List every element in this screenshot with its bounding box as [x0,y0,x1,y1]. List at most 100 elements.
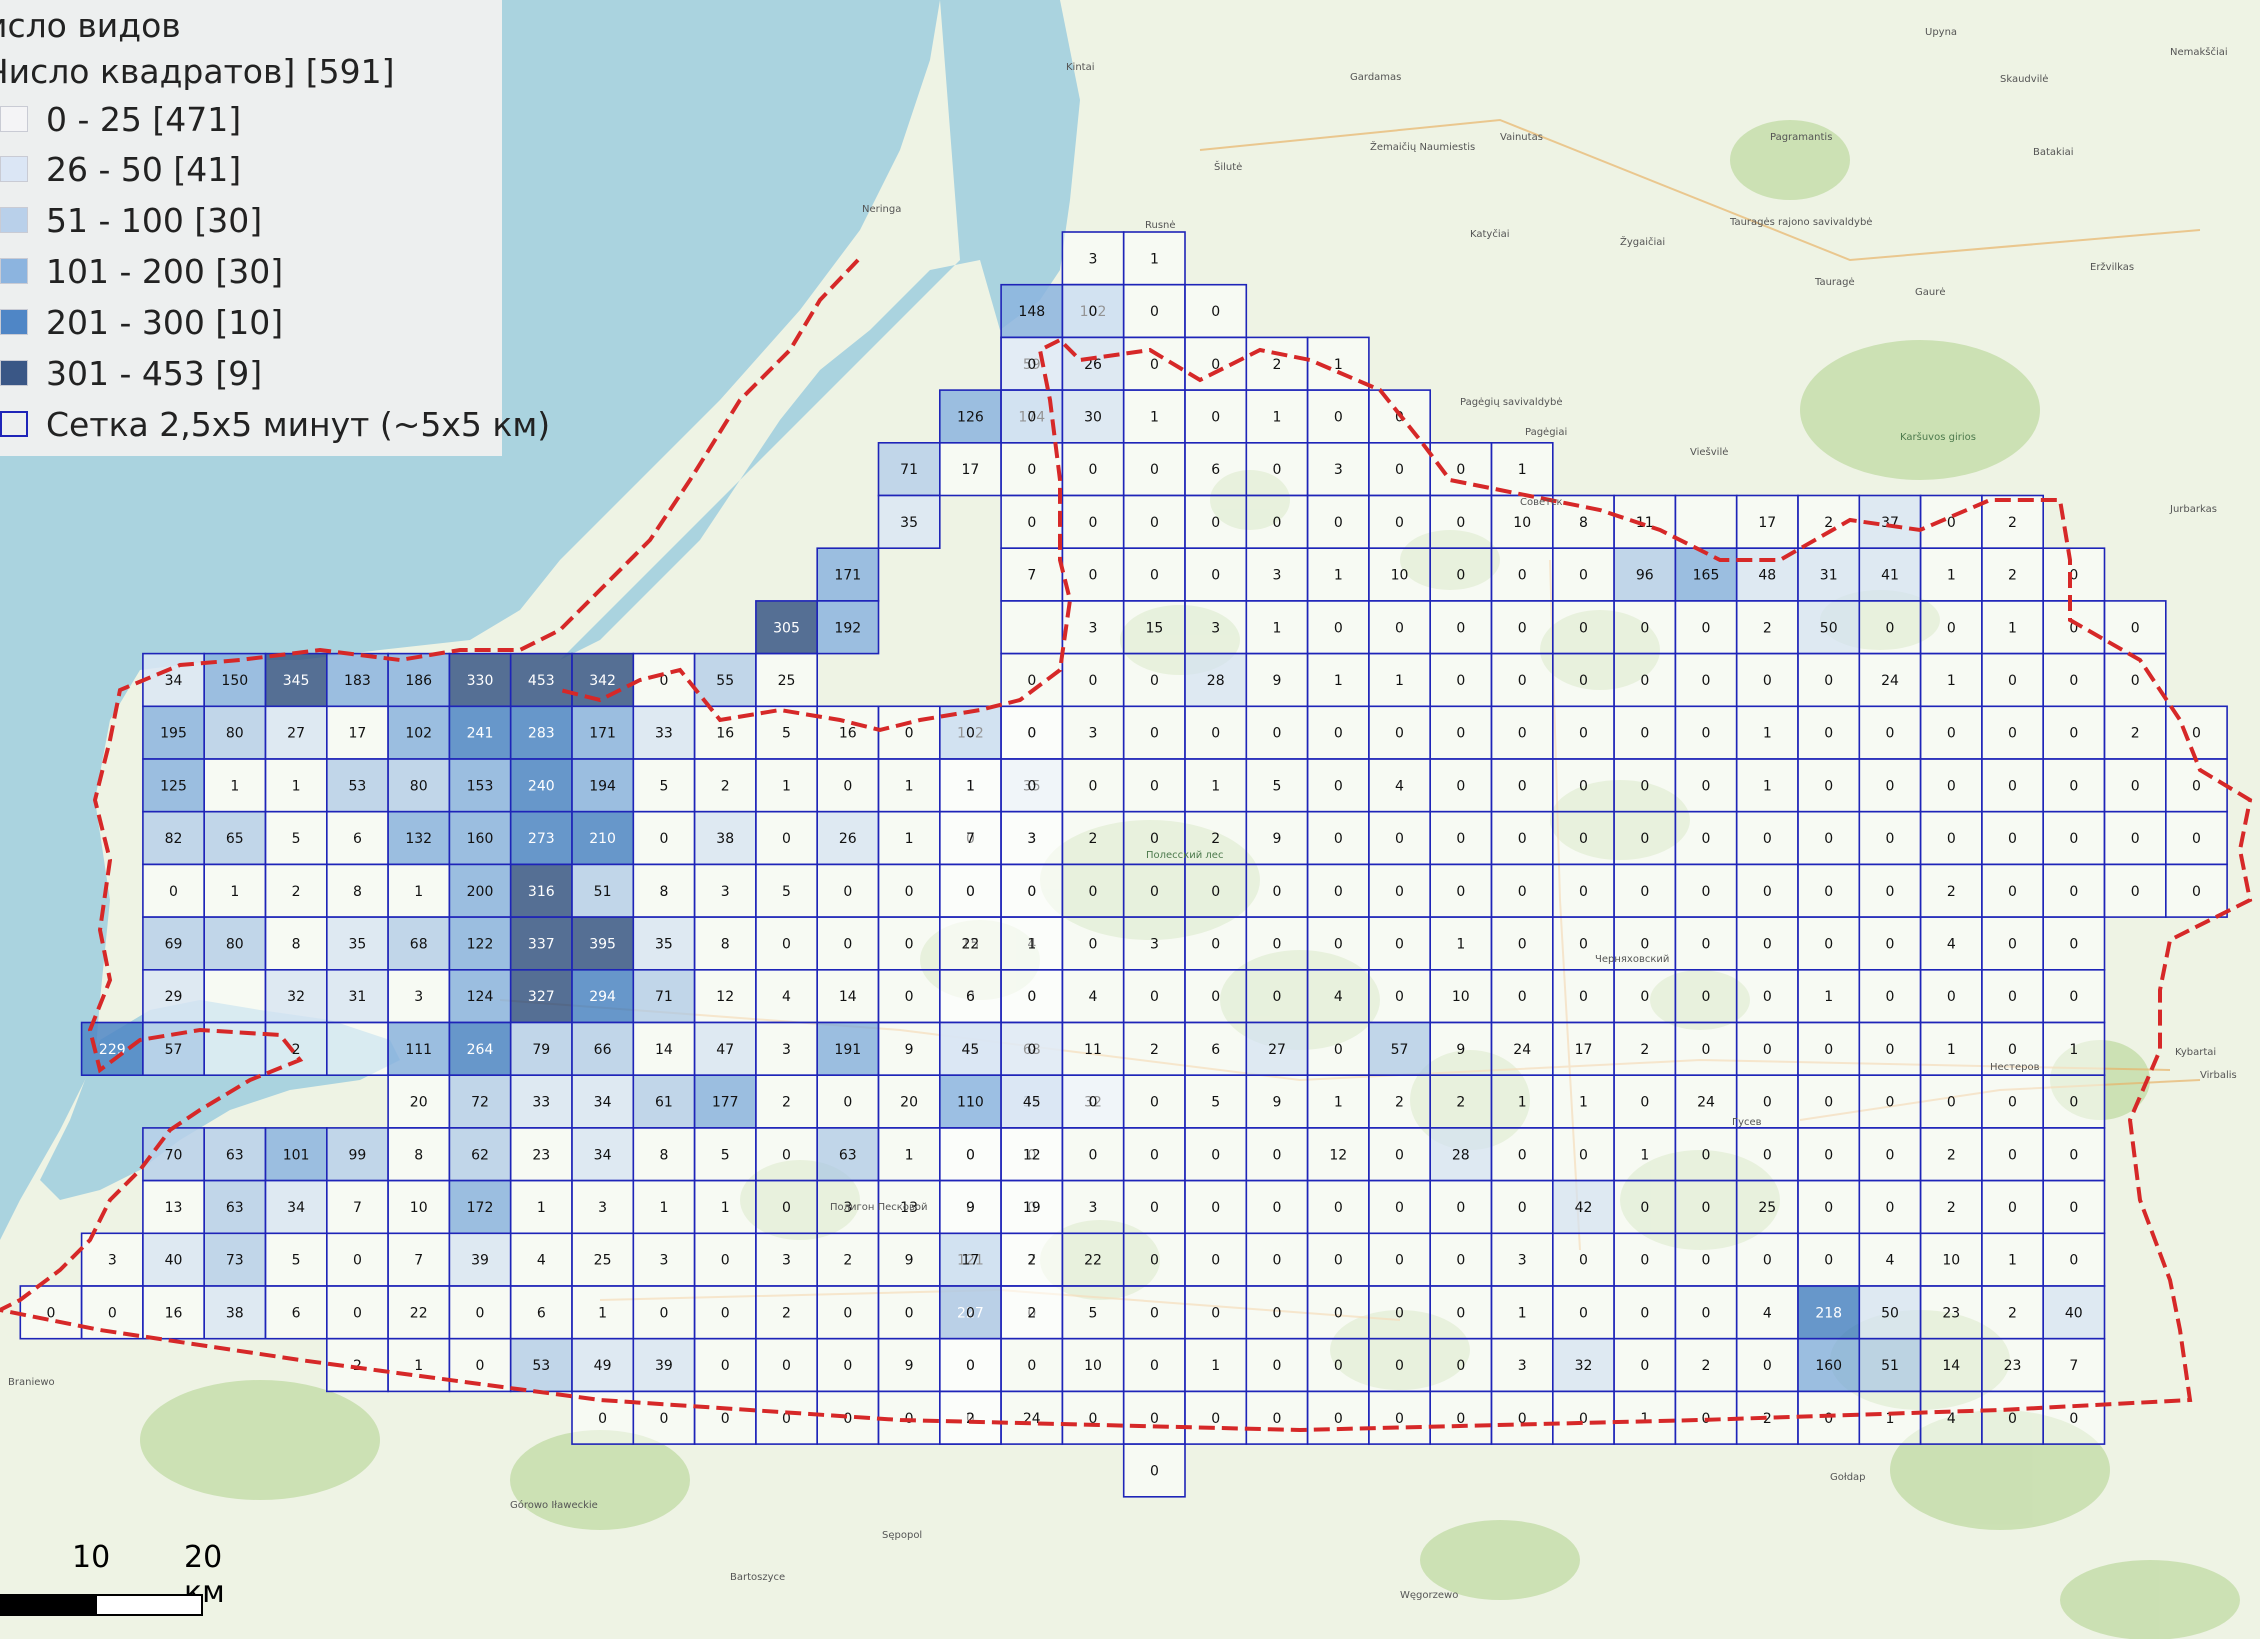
grid-cell[interactable]: 0 [2042,968,2106,1024]
grid-cell[interactable]: 273 [509,810,573,866]
grid-cell[interactable]: 0 [1122,652,1186,708]
grid-cell[interactable]: 2 [938,1390,1002,1445]
grid-cell[interactable]: 1 [1735,758,1799,813]
grid-cell[interactable]: 0 [1000,441,1064,497]
grid-cell[interactable]: 0 [1245,1179,1309,1235]
grid-cell[interactable]: 0 [938,1337,1002,1393]
grid-cell[interactable]: 194 [571,758,635,813]
grid-cell[interactable]: 1 [1429,916,1493,971]
grid-cell[interactable]: 73 [203,1232,267,1287]
grid-cell[interactable]: 0 [1674,1021,1738,1077]
grid-cell[interactable]: 5 [1061,1285,1125,1340]
grid-cell[interactable]: 0 [1552,652,1615,708]
grid-cell[interactable]: 6 [1184,1021,1248,1077]
grid-cell[interactable]: 35 [632,916,696,971]
grid-cell[interactable]: 0 [2042,916,2106,971]
grid-cell[interactable]: 122 [448,916,512,971]
grid-cell[interactable]: 4 [1919,916,1983,971]
grid-cell[interactable]: 65 [203,810,267,866]
grid-cell[interactable]: 38 [693,810,757,866]
grid-cell[interactable]: 1 [1919,547,1983,602]
grid-cell[interactable]: 0 [1490,916,1554,971]
grid-cell[interactable]: 171 [816,547,880,602]
grid-cell[interactable]: 0 [1613,652,1677,708]
grid-cell[interactable]: 2 [264,1021,328,1077]
grid-cell[interactable]: 0 [1552,1127,1615,1182]
grid-cell[interactable]: 0 [1981,758,2045,813]
grid-cell[interactable]: 0 [1245,968,1309,1024]
grid-cell[interactable]: 210 [571,810,635,866]
grid-cell[interactable]: 0 [1306,600,1370,655]
grid-cell[interactable]: 0 [1735,1232,1799,1287]
grid-cell[interactable]: 218 [1797,1285,1861,1340]
grid-cell[interactable]: 1 [264,758,328,813]
grid-cell[interactable]: 9 [1245,1074,1309,1129]
grid-cell[interactable]: 1 [387,1337,451,1393]
grid-cell[interactable]: 39 [632,1337,696,1393]
grid-cell[interactable]: 0 [1122,547,1186,602]
grid-cell[interactable]: 66 [571,1021,635,1077]
grid-cell[interactable]: 0 [1981,1390,2045,1445]
grid-cell[interactable]: 0 [1613,810,1677,866]
grid-cell[interactable]: 0 [1429,1285,1493,1340]
grid-cell[interactable]: 7 [2042,1337,2106,1393]
grid-cell[interactable]: 0 [1858,968,1922,1024]
grid-cell[interactable]: 28 [1184,652,1248,708]
grid-cell[interactable]: 345 [264,652,328,708]
grid-cell[interactable]: 0 [1184,1179,1248,1235]
grid-cell[interactable]: 0 [632,1390,696,1445]
grid-cell[interactable]: 14 [1919,1337,1983,1393]
grid-cell[interactable]: 0 [1122,283,1186,339]
grid-cell[interactable]: 2 [1000,1285,1064,1340]
grid-cell[interactable]: 5 [755,863,819,918]
grid-cell[interactable]: 0 [2165,810,2228,866]
grid-cell[interactable]: 3 [1306,441,1370,497]
grid-cell[interactable]: 0 [1061,1390,1125,1445]
grid-cell[interactable]: 39 [448,1232,512,1287]
grid-cell[interactable]: 9 [1245,810,1309,866]
grid-cell[interactable]: 0 [1122,1285,1186,1340]
grid-cell[interactable]: 63 [816,1127,880,1182]
grid-cell[interactable]: 0 [1552,968,1615,1024]
grid-cell[interactable]: 0 [1490,1179,1554,1235]
grid-cell[interactable]: 0 [1797,810,1861,866]
grid-cell[interactable]: 0 [2042,1074,2106,1129]
grid-cell[interactable]: 0 [1368,810,1432,866]
grid-cell[interactable]: 1 [387,863,451,918]
grid-cell[interactable]: 50 [1858,1285,1922,1340]
grid-cell[interactable]: 0 [1122,1074,1186,1129]
grid-cell[interactable]: 0 [1674,758,1738,813]
grid-cell[interactable]: 191 [816,1021,880,1077]
grid-cell[interactable]: 0 [1919,758,1983,813]
grid-cell[interactable]: 10 [387,1179,451,1235]
grid-cell[interactable]: 2 [1674,1337,1738,1393]
grid-cell[interactable]: 192 [816,600,880,655]
grid-cell[interactable]: 0 [1245,1285,1309,1340]
grid-cell[interactable]: 316 [509,863,573,918]
grid-cell[interactable]: 200 [448,863,512,918]
grid-cell[interactable]: 34 [571,1074,635,1129]
grid-cell[interactable]: 96 [1613,547,1677,602]
grid-cell[interactable]: 1 [755,758,819,813]
grid-cell[interactable]: 0 [1306,758,1370,813]
grid-cell[interactable]: 0 [1981,1179,2045,1235]
grid-cell[interactable]: 0 [1858,758,1922,813]
grid-cell[interactable]: 0 [1919,705,1983,760]
grid-cell[interactable]: 0 [1674,1127,1738,1182]
grid-cell[interactable]: 0 [1613,1337,1677,1393]
grid-cell[interactable]: 0 [1429,1390,1493,1445]
grid-cell[interactable]: 125 [142,758,205,813]
grid-cell[interactable]: 9 [877,1021,941,1077]
grid-cell[interactable]: 0 [816,1337,880,1393]
grid-cell[interactable]: 32 [264,968,328,1024]
grid-cell[interactable]: 8 [264,916,328,971]
grid-cell[interactable]: 0 [816,863,880,918]
grid-cell[interactable]: 177 [693,1074,757,1129]
grid-cell[interactable]: 241 [448,705,512,760]
grid-cell[interactable]: 8 [632,1127,696,1182]
grid-cell[interactable]: 0 [1061,916,1125,971]
grid-cell[interactable]: 23 [509,1127,573,1182]
grid-cell[interactable]: 126 [938,389,1002,444]
grid-cell[interactable]: 2 [2103,705,2167,760]
grid-cell[interactable]: 2 [1429,1074,1493,1129]
